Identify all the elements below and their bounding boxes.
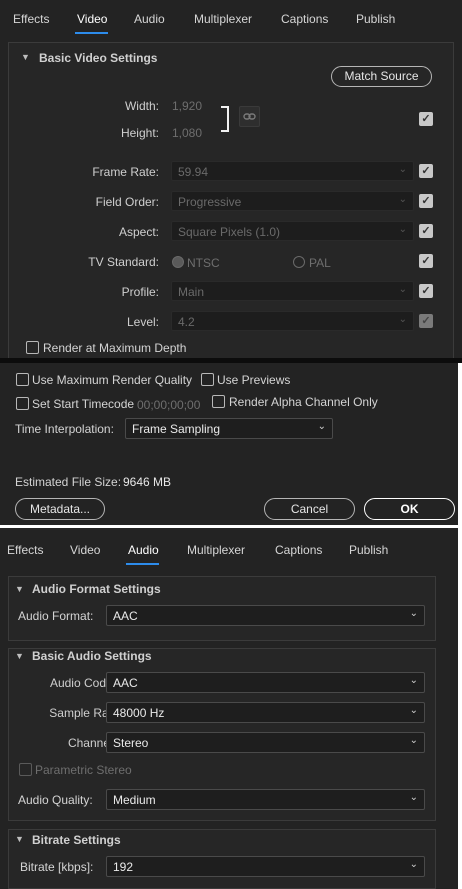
- chevron-down-icon[interactable]: ▼: [21, 52, 30, 62]
- tab-video[interactable]: Video: [70, 543, 100, 557]
- timecode-field[interactable]: 00;00;00;00: [137, 398, 200, 412]
- tab-captions[interactable]: Captions: [275, 543, 322, 557]
- link-bracket: [221, 106, 229, 132]
- ok-button[interactable]: OK: [364, 498, 455, 520]
- frame-rate-label: Frame Rate:: [92, 165, 159, 179]
- time-interpolation-label: Time Interpolation:: [15, 422, 114, 436]
- tv-standard-label: TV Standard:: [88, 255, 159, 269]
- height-label: Height:: [120, 126, 159, 140]
- chevron-down-icon: ⌄: [398, 224, 407, 235]
- chevron-down-icon[interactable]: ▼: [15, 834, 24, 844]
- profile-label: Profile:: [121, 285, 159, 299]
- tab-audio[interactable]: Audio: [134, 12, 165, 26]
- field-order-checkbox[interactable]: ✓: [419, 194, 433, 208]
- parametric-stereo-label: Parametric Stereo: [35, 763, 132, 777]
- aspect-dropdown[interactable]: Square Pixels (1.0) ⌄: [171, 221, 414, 241]
- field-order-dropdown[interactable]: Progressive ⌄: [171, 191, 414, 211]
- link-icon[interactable]: [239, 106, 260, 127]
- file-size-value: 9646 MB: [123, 475, 172, 489]
- level-label: Level:: [126, 315, 159, 329]
- active-tab-indicator: [126, 563, 159, 565]
- chevron-down-icon: ⌄: [409, 735, 418, 746]
- chevron-down-icon: ⌄: [409, 675, 418, 686]
- tab-publish[interactable]: Publish: [356, 12, 395, 26]
- use-previews-checkbox[interactable]: [201, 373, 214, 386]
- bitrate-dropdown[interactable]: 192 ⌄: [106, 856, 425, 877]
- tab-multiplexer[interactable]: Multiplexer: [187, 543, 245, 557]
- profile-dropdown[interactable]: Main ⌄: [171, 281, 414, 301]
- chevron-down-icon: ⌄: [398, 194, 407, 205]
- render-max-depth-label: Render at Maximum Depth: [43, 341, 187, 355]
- export-options-panel: Use Maximum Render Quality Use Previews …: [0, 363, 458, 525]
- tv-standard-checkbox[interactable]: ✓: [419, 254, 433, 268]
- match-source-button[interactable]: Match Source: [331, 66, 432, 87]
- width-height-checkbox[interactable]: ✓: [419, 112, 433, 126]
- width-field[interactable]: 1,920: [172, 99, 202, 113]
- width-label: Width:: [124, 99, 159, 113]
- render-alpha-checkbox[interactable]: [212, 395, 225, 408]
- aspect-checkbox[interactable]: ✓: [419, 224, 433, 238]
- audio-format-label: Audio Format:: [18, 609, 94, 623]
- tab-publish[interactable]: Publish: [349, 543, 388, 557]
- level-dropdown[interactable]: 4.2 ⌄: [171, 311, 414, 331]
- metadata-button[interactable]: Metadata...: [15, 498, 105, 520]
- profile-checkbox[interactable]: ✓: [419, 284, 433, 298]
- audio-quality-dropdown[interactable]: Medium ⌄: [106, 789, 425, 810]
- frame-rate-checkbox[interactable]: ✓: [419, 164, 433, 178]
- audio-codec-dropdown[interactable]: AAC ⌄: [106, 672, 425, 693]
- time-interpolation-dropdown[interactable]: Frame Sampling ⌄: [125, 418, 333, 439]
- field-order-label: Field Order:: [95, 195, 159, 209]
- ntsc-radio[interactable]: [172, 256, 184, 268]
- video-tab-bar: Effects Video Audio Multiplexer Captions…: [0, 12, 462, 34]
- start-timecode-checkbox[interactable]: [16, 397, 29, 410]
- video-settings-panel: Effects Video Audio Multiplexer Captions…: [0, 0, 462, 360]
- chevron-down-icon: ⌄: [398, 284, 407, 295]
- basic-audio-section-title[interactable]: Basic Audio Settings: [32, 649, 152, 663]
- chevron-down-icon: ⌄: [409, 608, 418, 619]
- audio-quality-label: Audio Quality:: [18, 793, 93, 807]
- chevron-down-icon: ⌄: [398, 314, 407, 325]
- audio-tab-bar: Effects Video Audio Multiplexer Captions…: [0, 543, 458, 565]
- ntsc-label: NTSC: [187, 256, 220, 270]
- frame-rate-dropdown[interactable]: 59.94 ⌄: [171, 161, 414, 181]
- start-timecode-label: Set Start Timecode: [32, 397, 135, 411]
- aspect-label: Aspect:: [118, 225, 159, 239]
- level-checkbox[interactable]: ✓: [419, 314, 433, 328]
- chevron-down-icon[interactable]: ▼: [15, 584, 24, 594]
- audio-format-section-title[interactable]: Audio Format Settings: [32, 582, 161, 596]
- parametric-stereo-checkbox[interactable]: [19, 763, 32, 776]
- audio-settings-panel: Effects Video Audio Multiplexer Captions…: [0, 528, 458, 889]
- channels-dropdown[interactable]: Stereo ⌄: [106, 732, 425, 753]
- file-size-label: Estimated File Size:: [15, 475, 122, 489]
- render-alpha-label: Render Alpha Channel Only: [229, 395, 378, 409]
- section-title[interactable]: Basic Video Settings: [39, 51, 157, 65]
- bitrate-section-title[interactable]: Bitrate Settings: [32, 833, 121, 847]
- tab-captions[interactable]: Captions: [281, 12, 328, 26]
- sample-rate-dropdown[interactable]: 48000 Hz ⌄: [106, 702, 425, 723]
- pal-radio[interactable]: [293, 256, 305, 268]
- max-render-quality-label: Use Maximum Render Quality: [32, 373, 193, 387]
- tab-multiplexer[interactable]: Multiplexer: [194, 12, 252, 26]
- max-render-quality-checkbox[interactable]: [16, 373, 29, 386]
- active-tab-indicator: [75, 32, 108, 34]
- tab-video[interactable]: Video: [77, 12, 107, 26]
- pal-label: PAL: [309, 256, 331, 270]
- chevron-down-icon: ⌄: [409, 705, 418, 716]
- cancel-button[interactable]: Cancel: [264, 498, 355, 520]
- render-max-depth-checkbox[interactable]: [26, 341, 39, 354]
- audio-format-dropdown[interactable]: AAC ⌄: [106, 605, 425, 626]
- chevron-down-icon[interactable]: ▼: [15, 651, 24, 661]
- chevron-down-icon: ⌄: [317, 421, 326, 432]
- height-field[interactable]: 1,080: [172, 126, 202, 140]
- bitrate-label: Bitrate [kbps]:: [20, 860, 94, 874]
- chevron-down-icon: ⌄: [398, 164, 407, 175]
- tab-audio[interactable]: Audio: [128, 543, 159, 557]
- chevron-down-icon: ⌄: [409, 859, 418, 870]
- use-previews-label: Use Previews: [217, 373, 291, 387]
- tab-effects[interactable]: Effects: [13, 12, 49, 26]
- chevron-down-icon: ⌄: [409, 792, 418, 803]
- tab-effects[interactable]: Effects: [7, 543, 43, 557]
